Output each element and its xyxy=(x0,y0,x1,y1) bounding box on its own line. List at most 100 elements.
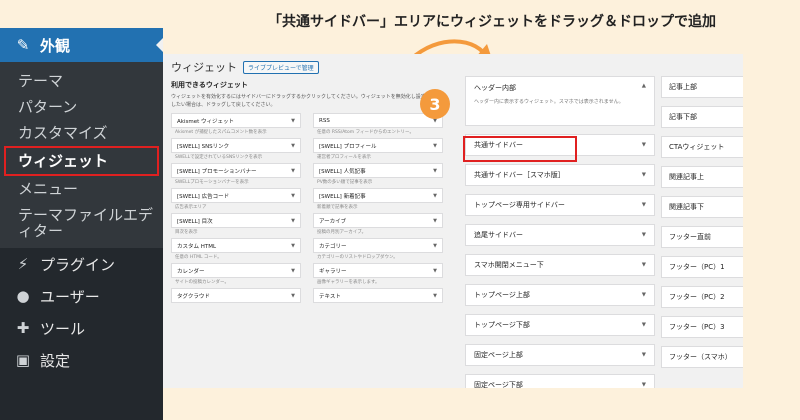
paintbrush-icon: ✎ xyxy=(16,36,30,54)
widget-area-title: トップページ上部 xyxy=(474,291,530,299)
widget-box[interactable]: RSS ▼ xyxy=(313,113,443,128)
triangle-up-icon[interactable]: ▲ xyxy=(642,83,646,89)
widget-area[interactable]: 関連記事下 xyxy=(661,196,743,218)
submenu-item-patterns[interactable]: パターン xyxy=(0,94,163,120)
sidebar-item-users[interactable]: ● ユーザー xyxy=(0,280,163,312)
widget-box[interactable]: カレンダー ▼ xyxy=(171,263,301,278)
triangle-down-icon[interactable]: ▼ xyxy=(291,168,295,174)
widget-area[interactable]: 固定ページ上部 ▼ xyxy=(465,344,655,366)
triangle-down-icon[interactable]: ▼ xyxy=(291,118,295,124)
widget-box[interactable]: カテゴリー ▼ xyxy=(313,238,443,253)
triangle-down-icon[interactable]: ▼ xyxy=(642,352,646,358)
widget-area[interactable]: トップページ専用サイドバー ▼ xyxy=(465,194,655,216)
widget-area[interactable]: トップページ下部 ▼ xyxy=(465,314,655,336)
widget-area[interactable]: フッター（PC）2 xyxy=(661,286,743,308)
widget-box[interactable]: [SWELL] 人気記事 ▼ xyxy=(313,163,443,178)
sidebar-item-tools[interactable]: ✚ ツール xyxy=(0,312,163,344)
widget-box[interactable]: カスタム HTML ▼ xyxy=(171,238,301,253)
submenu-item-theme-editor[interactable]: テーマファイルエディター xyxy=(0,202,163,244)
submenu-item-customize[interactable]: カスタマイズ xyxy=(0,120,163,146)
widget-area[interactable]: 記事上部 xyxy=(661,76,743,98)
triangle-down-icon[interactable]: ▼ xyxy=(433,143,437,149)
triangle-down-icon[interactable]: ▼ xyxy=(291,193,295,199)
widget-area[interactable]: フッター（スマホ） xyxy=(661,346,743,368)
widget-box[interactable]: [SWELL] プロモーションバナー ▼ xyxy=(171,163,301,178)
triangle-down-icon[interactable]: ▼ xyxy=(291,293,295,299)
widget-box[interactable]: [SWELL] SNSリンク ▼ xyxy=(171,138,301,153)
widget-area[interactable]: 関連記事上 xyxy=(661,166,743,188)
widget-description: 新着順で記事を表示 xyxy=(317,205,358,210)
widget-item[interactable]: アーカイブ ▼ 投稿の月別アーカイブ。 xyxy=(313,213,443,238)
widget-item[interactable]: [SWELL] プロフィール ▼ 運営者プロフィールを表示 xyxy=(313,138,443,163)
widget-item[interactable]: カテゴリー ▼ カテゴリーのリストやドロップダウン。 xyxy=(313,238,443,263)
widget-box[interactable]: [SWELL] 新着記事 ▼ xyxy=(313,188,443,203)
widget-box[interactable]: [SWELL] プロフィール ▼ xyxy=(313,138,443,153)
widget-item[interactable]: テキスト ▼ xyxy=(313,288,443,313)
live-preview-button[interactable]: ライブプレビューで管理 xyxy=(243,60,319,74)
widget-item[interactable]: RSS ▼ 任意の RSS/Atom フィードからのエントリー。 xyxy=(313,113,443,138)
triangle-down-icon[interactable]: ▼ xyxy=(433,268,437,274)
widget-area-title: 共通サイドバー［スマホ版］ xyxy=(474,171,565,179)
widget-area-title: 固定ページ上部 xyxy=(474,351,523,359)
triangle-down-icon[interactable]: ▼ xyxy=(291,268,295,274)
widget-item[interactable]: カスタム HTML ▼ 任意の HTML コード。 xyxy=(171,238,301,263)
widget-area[interactable]: トップページ上部 ▼ xyxy=(465,284,655,306)
widget-item[interactable]: [SWELL] 広告コード ▼ 広告表示エリア xyxy=(171,188,301,213)
widget-name: テキスト xyxy=(319,293,341,300)
widget-area[interactable]: CTAウィジェット xyxy=(661,136,743,158)
submenu-item-themes[interactable]: テーマ xyxy=(0,68,163,94)
widget-item[interactable]: タグクラウド ▼ xyxy=(171,288,301,313)
triangle-down-icon[interactable]: ▼ xyxy=(642,232,646,238)
triangle-down-icon[interactable]: ▼ xyxy=(642,262,646,268)
widget-item[interactable]: [SWELL] 目次 ▼ 目次を表示 xyxy=(171,213,301,238)
widget-area[interactable]: 記事下部 xyxy=(661,106,743,128)
widget-box[interactable]: [SWELL] 目次 ▼ xyxy=(171,213,301,228)
widget-box[interactable]: アーカイブ ▼ xyxy=(313,213,443,228)
widget-area[interactable]: フッター（PC）3 xyxy=(661,316,743,338)
triangle-down-icon[interactable]: ▼ xyxy=(291,143,295,149)
widget-box[interactable]: テキスト ▼ xyxy=(313,288,443,303)
widget-box[interactable]: ギャラリー ▼ xyxy=(313,263,443,278)
triangle-down-icon[interactable]: ▼ xyxy=(433,168,437,174)
widget-item[interactable]: カレンダー ▼ サイトの投稿カレンダー。 xyxy=(171,263,301,288)
widget-area-title: フッター（PC）1 xyxy=(669,263,725,271)
sidebar-item-plugins[interactable]: ⚡ プラグイン xyxy=(0,248,163,280)
widget-area[interactable]: 共通サイドバー［スマホ版］ ▼ xyxy=(465,164,655,186)
widget-area-title: CTAウィジェット xyxy=(669,143,725,151)
sidebar-item-settings[interactable]: ▣ 設定 xyxy=(0,344,163,376)
widget-box[interactable]: [SWELL] 広告コード ▼ xyxy=(171,188,301,203)
triangle-down-icon[interactable]: ▼ xyxy=(291,243,295,249)
widget-area[interactable]: 固定ページ下部 ▼ xyxy=(465,374,655,388)
triangle-down-icon[interactable]: ▼ xyxy=(642,142,646,148)
triangle-down-icon[interactable]: ▼ xyxy=(433,293,437,299)
widget-areas-col1: ヘッダー内部 ヘッダー内に表示するウィジェット。スマホでは表示されません。 ▲ … xyxy=(465,76,655,388)
widget-item[interactable]: [SWELL] 新着記事 ▼ 新着順で記事を表示 xyxy=(313,188,443,213)
triangle-down-icon[interactable]: ▼ xyxy=(433,243,437,249)
widget-box[interactable]: タグクラウド ▼ xyxy=(171,288,301,303)
widget-area[interactable]: フッター直前 xyxy=(661,226,743,248)
settings-icon: ▣ xyxy=(15,351,31,369)
widget-area[interactable]: スマホ開閉メニュー下 ▼ xyxy=(465,254,655,276)
triangle-down-icon[interactable]: ▼ xyxy=(642,172,646,178)
triangle-down-icon[interactable]: ▼ xyxy=(433,193,437,199)
widget-item[interactable]: [SWELL] プロモーションバナー ▼ SWELLプロモーションバナーを表示 xyxy=(171,163,301,188)
widget-description xyxy=(313,303,443,313)
triangle-down-icon[interactable]: ▼ xyxy=(642,292,646,298)
widget-box[interactable]: Akismet ウィジェット ▼ xyxy=(171,113,301,128)
triangle-down-icon[interactable]: ▼ xyxy=(642,382,646,388)
submenu-item-menus[interactable]: メニュー xyxy=(0,176,163,202)
widget-item[interactable]: Akismet ウィジェット ▼ Akismet が捕捉したスパムコメント数を表示 xyxy=(171,113,301,138)
widget-area[interactable]: 追尾サイドバー ▼ xyxy=(465,224,655,246)
sidebar-item-appearance[interactable]: ✎ 外観 xyxy=(0,28,163,62)
triangle-down-icon[interactable]: ▼ xyxy=(291,218,295,224)
triangle-down-icon[interactable]: ▼ xyxy=(642,202,646,208)
widget-area-header[interactable]: ヘッダー内部 ヘッダー内に表示するウィジェット。スマホでは表示されません。 ▲ xyxy=(465,76,655,126)
triangle-down-icon[interactable]: ▼ xyxy=(642,322,646,328)
submenu-item-widgets[interactable]: ウィジェット xyxy=(4,146,159,176)
widget-item[interactable]: ギャラリー ▼ 画像ギャラリーを表示します。 xyxy=(313,263,443,288)
widget-area[interactable]: フッター（PC）1 xyxy=(661,256,743,278)
triangle-down-icon[interactable]: ▼ xyxy=(433,218,437,224)
widget-item[interactable]: [SWELL] 人気記事 ▼ PV数の多い順で記事を表示 xyxy=(313,163,443,188)
widget-item[interactable]: [SWELL] SNSリンク ▼ SWELLで設定されているSNSリンクを表示 xyxy=(171,138,301,163)
widget-name: [SWELL] プロフィール xyxy=(319,143,377,150)
